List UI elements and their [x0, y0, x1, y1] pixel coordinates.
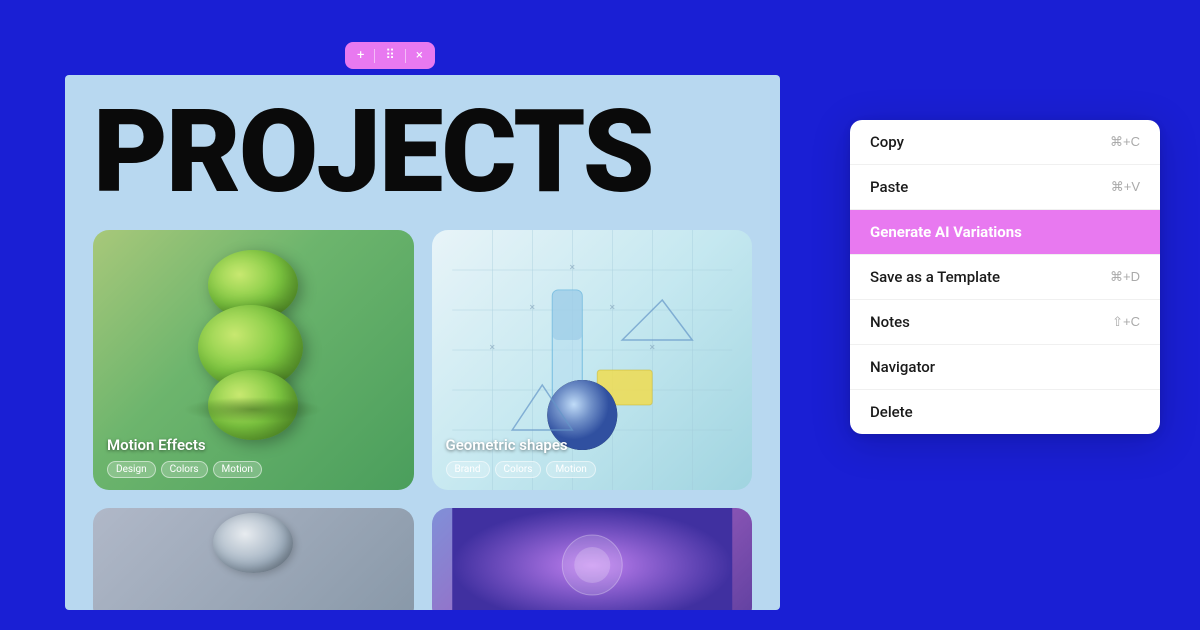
context-menu: Copy ⌘+C Paste ⌘+V Generate AI Variation… — [850, 120, 1160, 434]
menu-label-generate-ai: Generate AI Variations — [870, 223, 1022, 241]
menu-item-delete[interactable]: Delete — [850, 390, 1160, 434]
menu-item-notes[interactable]: Notes ⇧+C — [850, 300, 1160, 345]
card-motion-effects[interactable]: Motion Effects Design Colors Motion — [93, 230, 414, 490]
menu-shortcut-paste: ⌘+V — [1111, 179, 1140, 195]
bottom-card-2[interactable] — [432, 508, 753, 610]
tag-colors-2: Colors — [495, 461, 542, 478]
card-tags-2: Brand Colors Motion — [446, 461, 739, 478]
bottom-card-1[interactable] — [93, 508, 414, 610]
card-title-2: Geometric shapes — [446, 436, 739, 454]
menu-item-save-template[interactable]: Save as a Template ⌘+D — [850, 255, 1160, 300]
toolbar[interactable]: + ⠿ × — [345, 42, 435, 69]
blob-shadow — [183, 397, 323, 422]
menu-label-paste: Paste — [870, 178, 908, 196]
card-label-2: Geometric shapes Brand Colors Motion — [446, 436, 739, 478]
cards-grid: Motion Effects Design Colors Motion — [93, 230, 752, 490]
tag-design: Design — [107, 461, 156, 478]
metal-blob — [213, 513, 293, 573]
close-icon[interactable]: × — [416, 48, 423, 63]
background: PROJECTS Motion Effects Design Colors — [0, 0, 1200, 630]
menu-label-navigator: Navigator — [870, 358, 935, 376]
menu-item-paste[interactable]: Paste ⌘+V — [850, 165, 1160, 210]
tag-colors: Colors — [161, 461, 208, 478]
tag-motion-2: Motion — [546, 461, 595, 478]
metal-visual — [213, 513, 293, 573]
card-tags: Design Colors Motion — [107, 461, 400, 478]
menu-item-generate-ai[interactable]: Generate AI Variations — [850, 210, 1160, 255]
add-icon[interactable]: + — [357, 48, 364, 63]
menu-shortcut-save-template: ⌘+D — [1110, 269, 1140, 285]
menu-label-copy: Copy — [870, 133, 904, 151]
card-geometric[interactable]: Geometric shapes Brand Colors Motion — [432, 230, 753, 490]
menu-label-delete: Delete — [870, 403, 913, 421]
menu-label-save-template: Save as a Template — [870, 268, 1000, 286]
tag-motion: Motion — [213, 461, 262, 478]
tag-brand: Brand — [446, 461, 490, 478]
page-title: PROJECTS — [93, 95, 752, 210]
grid-icon[interactable]: ⠿ — [385, 48, 395, 63]
menu-label-notes: Notes — [870, 313, 910, 331]
purple-visual — [432, 508, 753, 610]
menu-shortcut-notes: ⇧+C — [1112, 314, 1140, 330]
card-label: Motion Effects Design Colors Motion — [107, 436, 400, 478]
menu-shortcut-copy: ⌘+C — [1110, 134, 1140, 150]
toolbar-separator — [374, 49, 375, 63]
bottom-cards — [93, 508, 752, 610]
canvas-panel: PROJECTS Motion Effects Design Colors — [65, 75, 780, 610]
blob-visual — [153, 240, 353, 440]
card-title: Motion Effects — [107, 436, 400, 454]
menu-item-copy[interactable]: Copy ⌘+C — [850, 120, 1160, 165]
menu-item-navigator[interactable]: Navigator — [850, 345, 1160, 390]
toolbar-separator-2 — [405, 49, 406, 63]
